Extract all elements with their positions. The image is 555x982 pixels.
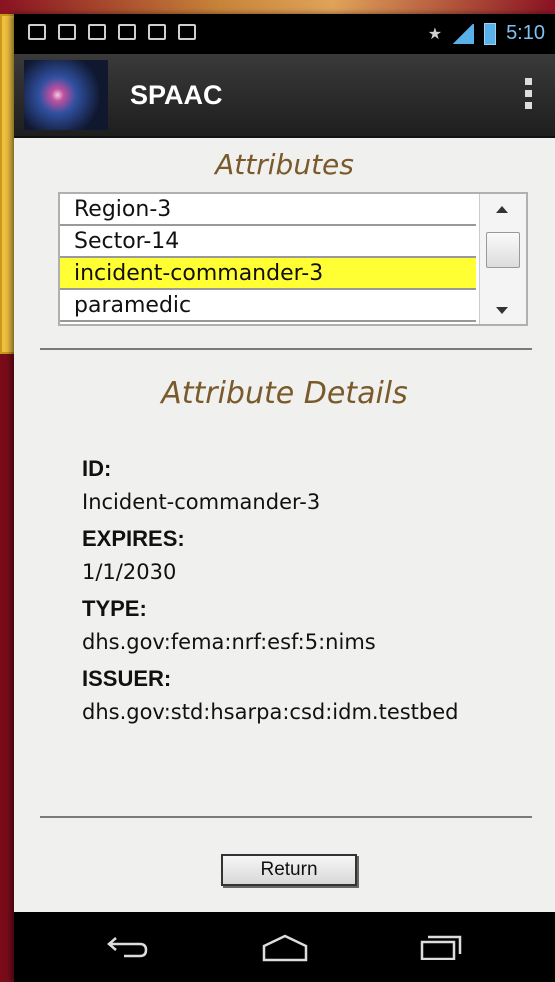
attribute-details-heading: Attribute Details [161, 376, 408, 411]
signal-icon [452, 23, 475, 44]
list-item[interactable]: paramedic [60, 290, 476, 322]
attributes-heading: Attributes [215, 148, 354, 181]
list-item-selected[interactable]: incident-commander-3 [60, 258, 476, 290]
id-label: ID: [82, 456, 112, 481]
usb-debug-icon [58, 24, 76, 40]
home-icon[interactable] [260, 934, 310, 962]
issuer-label: ISSUER: [82, 666, 172, 691]
background-slide-top [0, 0, 555, 14]
type-value: dhs.gov:fema:nrf:esf:5:nims [82, 630, 376, 654]
phone-screen: ★ 5:10 SPAAC Attributes Region-3 Sector-… [14, 14, 555, 982]
navigation-bar [14, 912, 555, 982]
attributes-list[interactable]: Region-3 Sector-14 incident-commander-3 … [58, 192, 528, 326]
back-icon[interactable] [106, 934, 150, 958]
issuer-value: dhs.gov:std:hsarpa:csd:idm.testbed [82, 700, 459, 724]
return-button[interactable]: Return [221, 854, 357, 886]
status-bar: ★ 5:10 [14, 14, 555, 54]
list-scrollbar[interactable] [479, 194, 526, 324]
wifi-icon [118, 24, 136, 40]
expires-label: EXPIRES: [82, 526, 185, 551]
app-title: SPAAC [130, 80, 223, 110]
recent-apps-icon[interactable] [418, 934, 464, 960]
overflow-menu-icon[interactable] [525, 78, 533, 109]
scroll-thumb[interactable] [486, 232, 520, 268]
app-logo-icon [24, 60, 108, 130]
battery-icon [484, 22, 497, 45]
divider [40, 816, 532, 818]
sd-card-icon [148, 24, 166, 40]
attribute-details: ID: Incident-commander-3 EXPIRES: 1/1/20… [82, 444, 459, 724]
gallery-icon [28, 24, 46, 40]
action-bar: SPAAC [14, 54, 555, 138]
android-icon [178, 24, 196, 40]
list-item[interactable]: Sector-14 [60, 226, 476, 258]
bluetooth-icon: ★ [427, 24, 443, 43]
list-item[interactable]: Region-3 [60, 194, 476, 226]
notification-icons [28, 24, 196, 40]
clock: 5:10 [506, 22, 545, 44]
divider [40, 348, 532, 350]
expires-value: 1/1/2030 [82, 560, 177, 584]
message-icon [88, 24, 106, 40]
type-label: TYPE: [82, 596, 147, 621]
scroll-down-arrow-icon[interactable] [496, 307, 508, 314]
scroll-up-arrow-icon[interactable] [496, 206, 508, 213]
id-value: Incident-commander-3 [82, 490, 321, 514]
